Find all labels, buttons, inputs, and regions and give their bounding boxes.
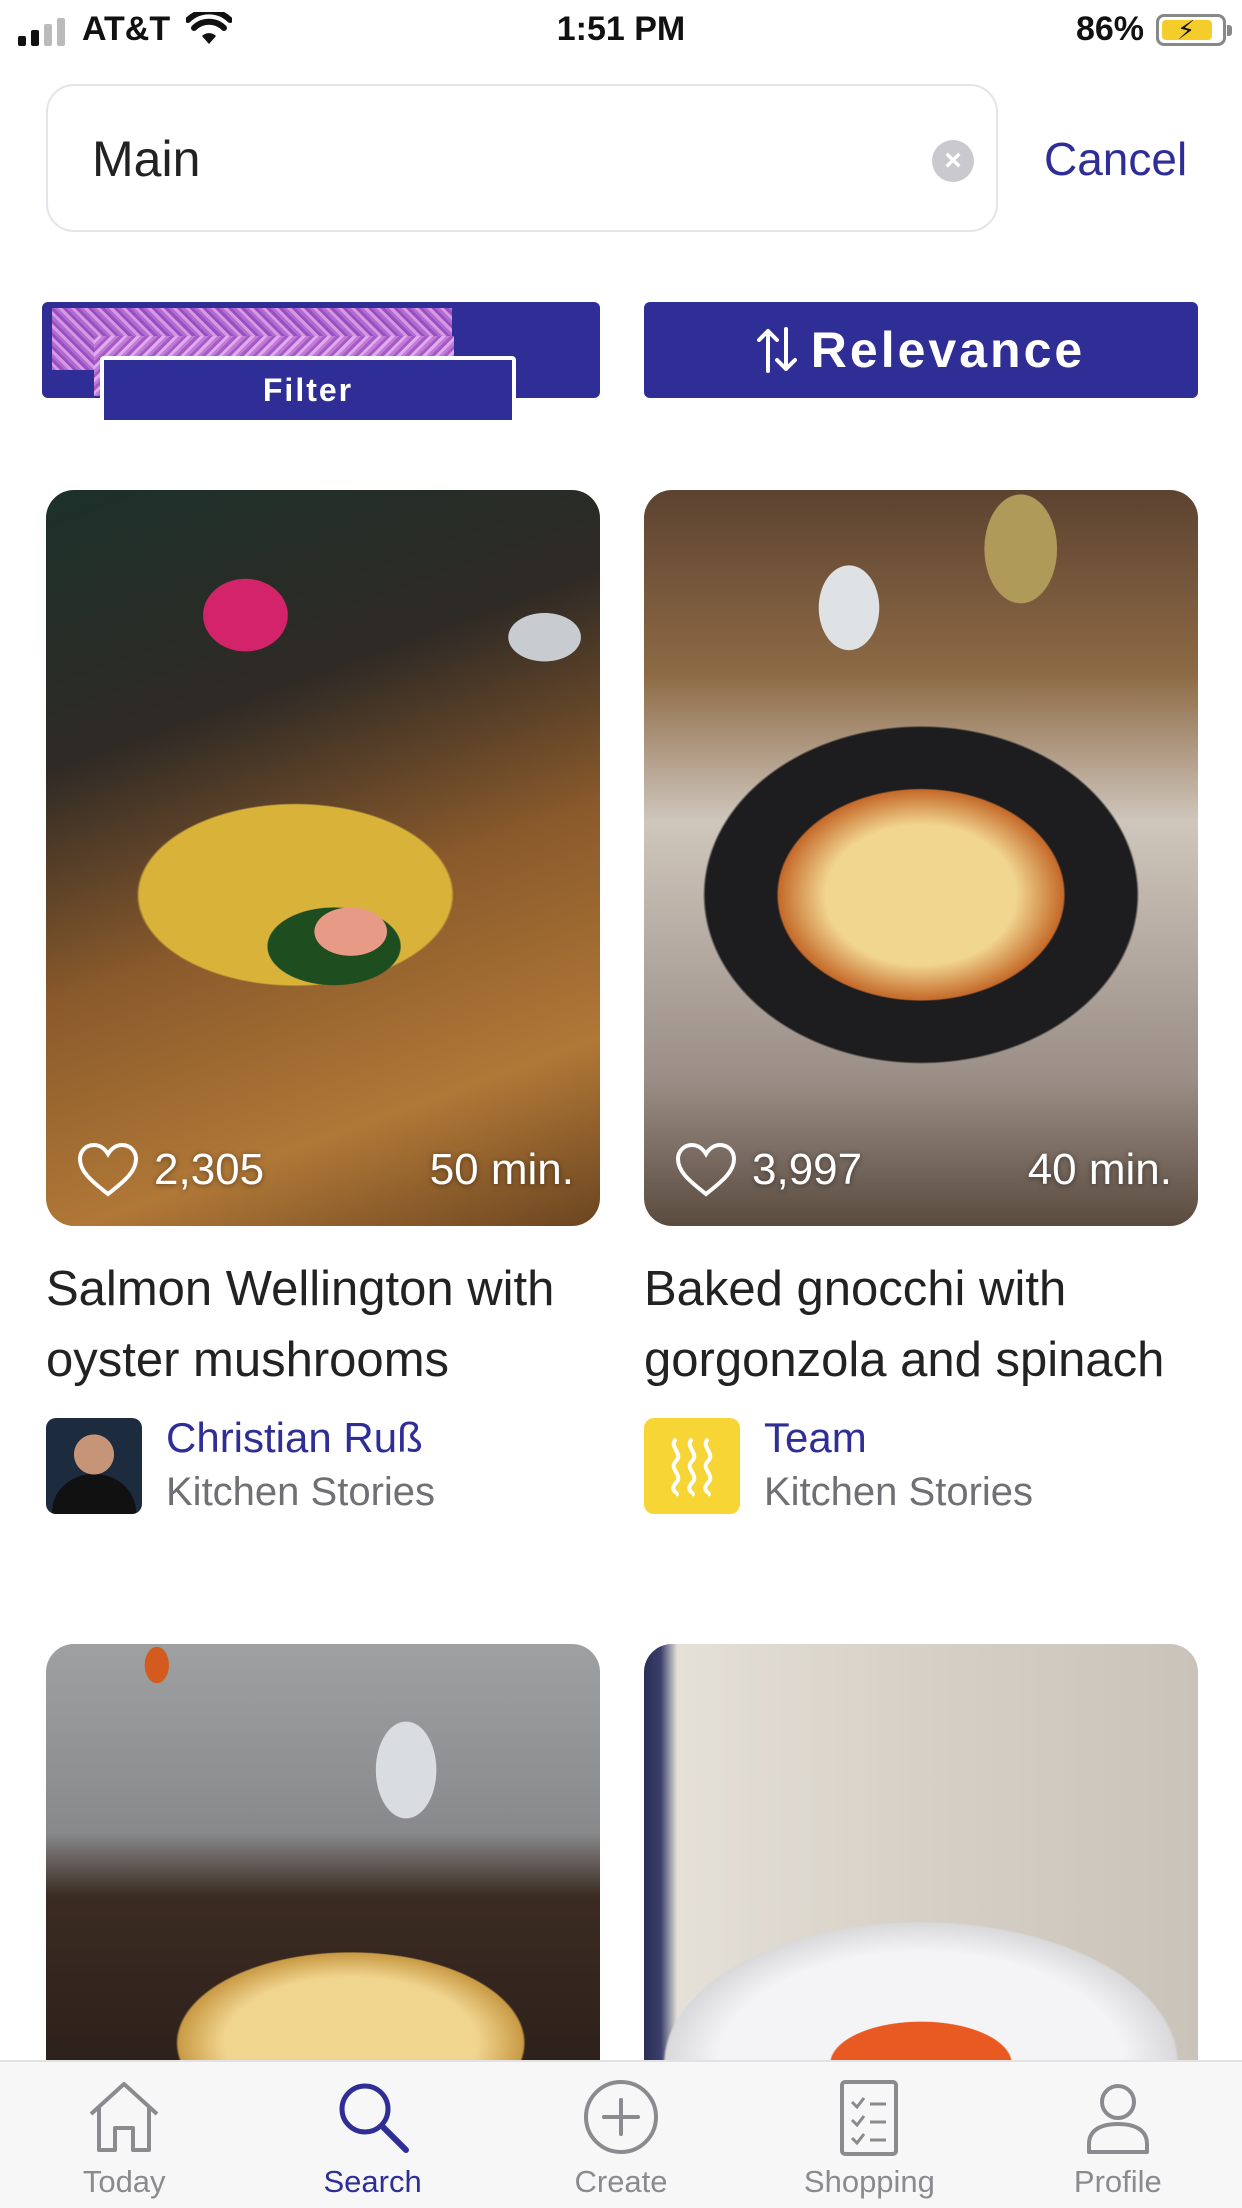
tab-label: Search: [323, 2164, 422, 2199]
tab-create[interactable]: Create: [497, 2062, 745, 2208]
recipe-card[interactable]: 3,997 40 min. Baked gnocchi with gorgonz…: [644, 490, 1198, 1514]
tab-profile[interactable]: Profile: [994, 2062, 1242, 2208]
heart-icon[interactable]: [674, 1142, 738, 1198]
likes-count: 3,997: [752, 1145, 863, 1194]
tab-search[interactable]: Search: [248, 2062, 496, 2208]
clear-icon[interactable]: ×: [932, 140, 974, 182]
author-source: Kitchen Stories: [764, 1470, 1034, 1514]
recipe-photo[interactable]: 3,997 40 min.: [644, 490, 1198, 1226]
tab-label: Profile: [1073, 2164, 1162, 2199]
recipe-card[interactable]: 2,305 50 min. Salmon Wellington with oys…: [46, 490, 600, 1514]
house-icon: [89, 2082, 159, 2152]
tab-today[interactable]: Today: [0, 2062, 248, 2208]
team-logo-icon: [644, 1418, 740, 1514]
search-icon: [339, 2083, 409, 2153]
clock: 1:51 PM: [556, 10, 686, 48]
status-bar: AT&T 1:51 PM 86% ⚡: [0, 0, 1242, 60]
recipe-title[interactable]: Salmon Wellington with oyster mushrooms: [46, 1254, 606, 1396]
recipe-author[interactable]: Christian Ruß Kitchen Stories: [46, 1414, 600, 1514]
tab-label: Create: [574, 2164, 668, 2199]
sort-arrows-icon: [756, 327, 797, 373]
checklist-icon: [840, 2080, 899, 2156]
battery-icon: ⚡: [1156, 14, 1232, 46]
heart-icon[interactable]: [76, 1142, 140, 1198]
cook-time: 50 min.: [429, 1145, 574, 1194]
recipe-photo[interactable]: 2,305 50 min.: [46, 490, 600, 1226]
search-box[interactable]: ×: [46, 84, 998, 232]
avatar: [46, 1418, 142, 1514]
recipe-card[interactable]: [46, 1644, 600, 2064]
recipe-photo[interactable]: [644, 1644, 1198, 2064]
cook-time: 40 min.: [1027, 1145, 1172, 1194]
author-source: Kitchen Stories: [166, 1470, 436, 1514]
author-name[interactable]: Team: [764, 1414, 867, 1462]
recipe-stats: 3,997 40 min.: [674, 1142, 1172, 1198]
likes-count: 2,305: [154, 1145, 265, 1194]
author-name[interactable]: Christian Ruß: [166, 1414, 423, 1462]
tab-label: Shopping: [803, 2164, 935, 2199]
recipe-title[interactable]: Baked gnocchi with gorgonzola and spinac…: [644, 1254, 1204, 1396]
sort-label: Relevance: [810, 322, 1086, 378]
recipe-stats: 2,305 50 min.: [76, 1142, 574, 1198]
filter-area: Filter: [42, 300, 600, 430]
cancel-button[interactable]: Cancel: [1044, 132, 1187, 186]
sort-button[interactable]: Relevance: [644, 302, 1198, 398]
recipe-card[interactable]: [644, 1644, 1198, 2064]
recipe-author[interactable]: Team Kitchen Stories: [644, 1414, 1198, 1514]
filter-button[interactable]: Filter: [100, 356, 516, 424]
search-input[interactable]: [92, 124, 872, 194]
person-icon: [1086, 2084, 1149, 2154]
recipe-photo[interactable]: [46, 1644, 600, 2064]
tab-label: Today: [82, 2164, 166, 2199]
battery-percent: 86%: [1075, 10, 1144, 48]
tab-bar: Today Search Create Shopping Profile: [0, 2060, 1242, 2208]
tab-shopping[interactable]: Shopping: [745, 2062, 993, 2208]
plus-circle-icon: [584, 2080, 659, 2154]
